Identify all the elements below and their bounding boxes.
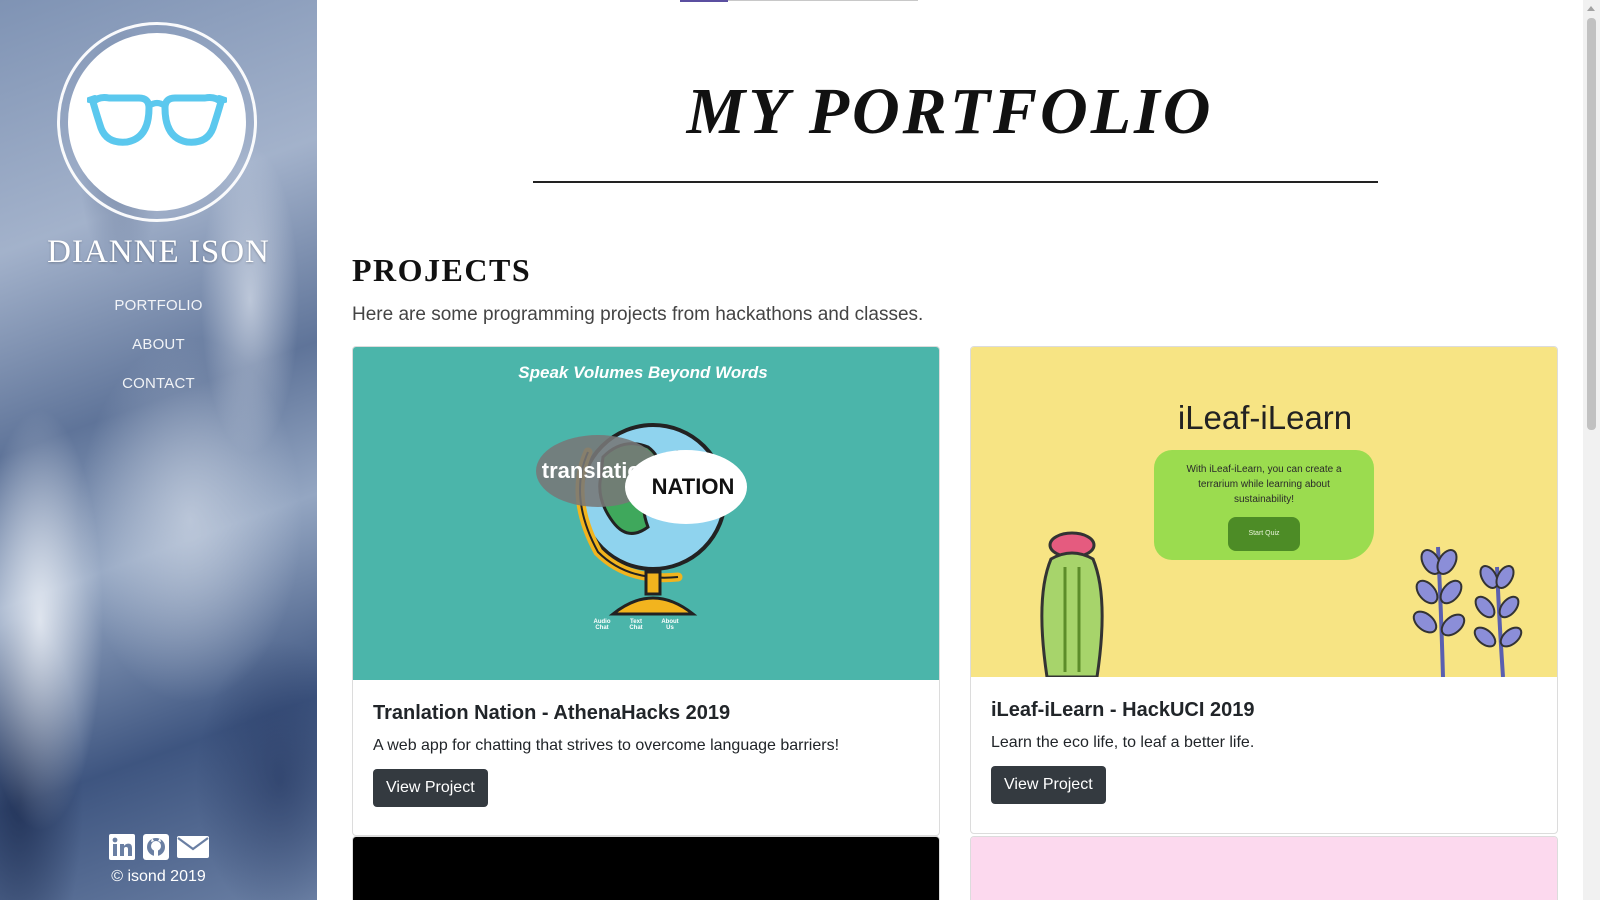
- view-project-button[interactable]: View Project: [373, 769, 488, 807]
- card-body: iLeaf-iLearn - HackUCI 2019 Learn the ec…: [971, 677, 1557, 804]
- project-description: Learn the eco life, to leaf a better lif…: [991, 734, 1255, 751]
- avatar[interactable]: [68, 33, 246, 211]
- project-description: A web app for chatting that strives to o…: [373, 737, 840, 754]
- image-nav-about-us: About Us: [661, 619, 679, 631]
- image-nav-links: Audio Chat Text Chat About Us: [589, 619, 683, 631]
- image-info-box: With iLeaf-iLearn, you can create a terr…: [1154, 450, 1374, 560]
- image-nav-audio-chat: Audio Chat: [593, 619, 611, 631]
- scroll-up-icon[interactable]: [1587, 6, 1595, 11]
- project-image-translation-nation[interactable]: Speak Volumes Beyond Words translation N…: [353, 347, 939, 680]
- github-icon[interactable]: [141, 832, 171, 862]
- speech-bubble-nation: NATION: [625, 450, 747, 524]
- project-image[interactable]: [353, 837, 939, 900]
- nav-link-portfolio[interactable]: PORTFOLIO: [0, 292, 317, 331]
- page-title: MY PORTFOLIO: [686, 75, 1214, 148]
- project-card: Speak Volumes Beyond Words translation N…: [352, 346, 940, 836]
- image-tagline: Speak Volumes Beyond Words: [518, 363, 768, 382]
- top-tab-accent: [680, 0, 728, 2]
- avatar-ring: [57, 22, 257, 222]
- card-body: Tranlation Nation - AthenaHacks 2019 A w…: [353, 680, 939, 807]
- lavender-illustration: [1412, 546, 1523, 677]
- bubble-right-label: NATION: [651, 474, 735, 499]
- main-content: MY PORTFOLIO PROJECTS Here are some prog…: [317, 0, 1583, 900]
- scroll-thumb[interactable]: [1587, 18, 1596, 430]
- project-title: Tranlation Nation - AthenaHacks 2019: [373, 702, 731, 724]
- social-links: [0, 832, 317, 862]
- image-start-quiz-button: Start Quiz: [1228, 517, 1300, 551]
- project-title: iLeaf-iLearn - HackUCI 2019: [991, 699, 1255, 721]
- linkedin-icon[interactable]: [107, 832, 137, 862]
- project-card: [352, 836, 940, 900]
- image-info-text: With iLeaf-iLearn, you can create a terr…: [1186, 464, 1342, 505]
- project-image-ileaf-ilearn[interactable]: iLeaf-iLearn With iLeaf-iLearn, you can …: [971, 347, 1557, 677]
- site-name[interactable]: DIANNE ISON: [0, 234, 317, 271]
- section-intro: Here are some programming projects from …: [352, 304, 924, 325]
- mail-icon[interactable]: [175, 832, 211, 862]
- image-heading: iLeaf-iLearn: [1177, 399, 1353, 436]
- top-tab-line: [728, 0, 918, 1]
- project-card: [970, 836, 1558, 900]
- nav-link-contact[interactable]: CONTACT: [0, 370, 317, 409]
- page-scrollbar[interactable]: [1583, 0, 1600, 900]
- project-image[interactable]: [971, 837, 1557, 900]
- nav-link-about[interactable]: ABOUT: [0, 331, 317, 370]
- image-nav-text-chat: Text Chat: [629, 619, 643, 631]
- project-card: iLeaf-iLearn With iLeaf-iLearn, you can …: [970, 346, 1558, 834]
- section-heading: PROJECTS: [352, 252, 532, 288]
- title-divider: [533, 181, 1378, 183]
- glasses-icon: [87, 94, 227, 146]
- cactus-illustration: [1040, 531, 1104, 677]
- sidebar-nav: PORTFOLIO ABOUT CONTACT: [0, 292, 317, 409]
- sidebar: DIANNE ISON PORTFOLIO ABOUT CONTACT © is…: [0, 0, 317, 900]
- view-project-button[interactable]: View Project: [991, 766, 1106, 804]
- copyright: © isond 2019: [111, 868, 206, 885]
